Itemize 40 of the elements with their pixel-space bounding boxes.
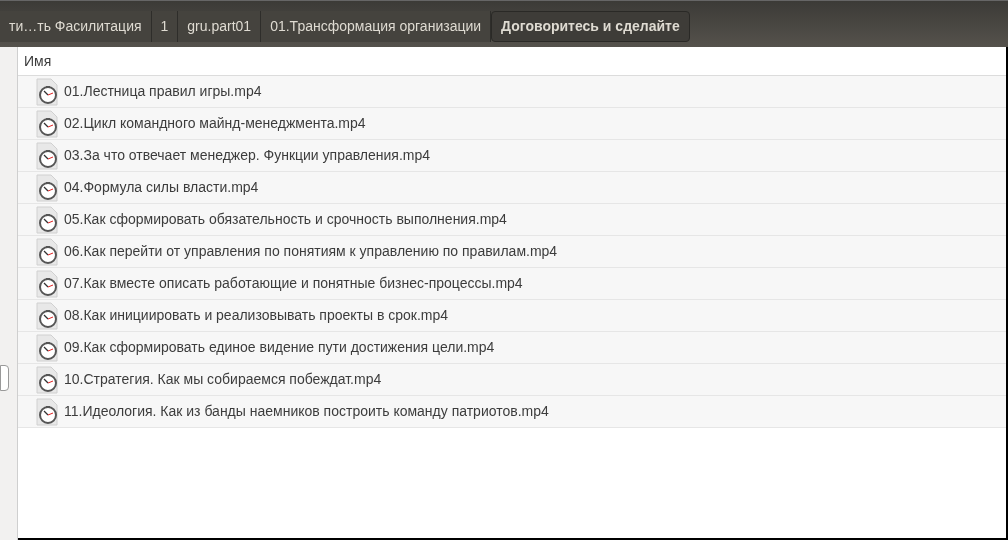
file-name: 04.Формула силы власти.mp4 xyxy=(64,178,259,197)
file-name: 02.Цикл командного майнд-менеджмента.mp4 xyxy=(64,114,366,133)
file-row[interactable]: 04.Формула силы власти.mp4 xyxy=(18,172,1006,204)
file-name: 09.Как сформировать единое видение пути достижения цели.mp4 xyxy=(64,338,495,357)
video-file-clock-icon xyxy=(36,141,60,170)
file-name: 05.Как сформировать обязательность и срочность выполнения.mp4 xyxy=(64,210,507,229)
file-row[interactable]: 07.Как вместе описать работающие и понятные бизнес-процессы.mp4 xyxy=(18,268,1006,300)
video-file-clock-icon xyxy=(36,77,60,106)
file-name: 01.Лестница правил игры.mp4 xyxy=(64,82,262,101)
video-file-clock-icon xyxy=(36,333,60,362)
breadcrumb-button[interactable]: gru.part01 xyxy=(178,10,262,42)
file-name: 07.Как вместе описать работающие и понятные бизнес-процессы.mp4 xyxy=(64,274,523,293)
video-file-clock-icon xyxy=(36,237,60,266)
pane-handle[interactable] xyxy=(0,365,9,391)
file-row[interactable]: 02.Цикл командного майнд-менеджмента.mp4 xyxy=(18,108,1006,140)
breadcrumb-button[interactable]: ти…ть Фасилитация xyxy=(0,10,152,42)
file-row[interactable]: 11.Идеология. Как из банды наемников построить команду патриотов.mp4 xyxy=(18,396,1006,428)
video-file-clock-icon xyxy=(36,109,60,138)
file-name: 08.Как инициировать и реализовывать проекты в срок.mp4 xyxy=(64,306,449,325)
video-file-clock-icon xyxy=(36,301,60,330)
file-name: 10.Стратегия. Как мы собираемся побеждат.mp4 xyxy=(64,370,382,389)
video-file-clock-icon xyxy=(36,205,60,234)
breadcrumb-button[interactable]: 1 xyxy=(151,10,179,42)
video-file-clock-icon xyxy=(36,173,60,202)
file-row[interactable]: 10.Стратегия. Как мы собираемся побеждат.mp4 xyxy=(18,364,1006,396)
video-file-clock-icon xyxy=(36,397,60,426)
file-row[interactable]: 09.Как сформировать единое видение пути достижения цели.mp4 xyxy=(18,332,1006,364)
file-row[interactable]: 03.За что отвечает менеджер. Функции управления.mp4 xyxy=(18,140,1006,172)
column-header[interactable]: Имя xyxy=(24,50,52,72)
file-name: 11.Идеология. Как из банды наемников построить команду патриотов.mp4 xyxy=(64,402,549,421)
file-row[interactable]: 06.Как перейти от управления по понятиям к управлению по правилам.mp4 xyxy=(18,236,1006,268)
file-name: 03.За что отвечает менеджер. Функции управления.mp4 xyxy=(64,146,431,165)
video-file-clock-icon xyxy=(36,365,60,394)
video-file-clock-icon xyxy=(36,269,60,298)
file-row[interactable]: 08.Как инициировать и реализовывать проекты в срок.mp4 xyxy=(18,300,1006,332)
file-name: 06.Как перейти от управления по понятиям к управлению по правилам.mp4 xyxy=(64,242,558,261)
breadcrumb-button[interactable]: Договоритесь и сделайте xyxy=(491,10,690,42)
file-row[interactable]: 05.Как сформировать обязательность и срочность выполнения.mp4 xyxy=(18,204,1006,236)
file-row[interactable]: 01.Лестница правил игры.mp4 xyxy=(18,76,1006,108)
breadcrumb-button[interactable]: 01.Трансформация организации xyxy=(261,10,492,42)
